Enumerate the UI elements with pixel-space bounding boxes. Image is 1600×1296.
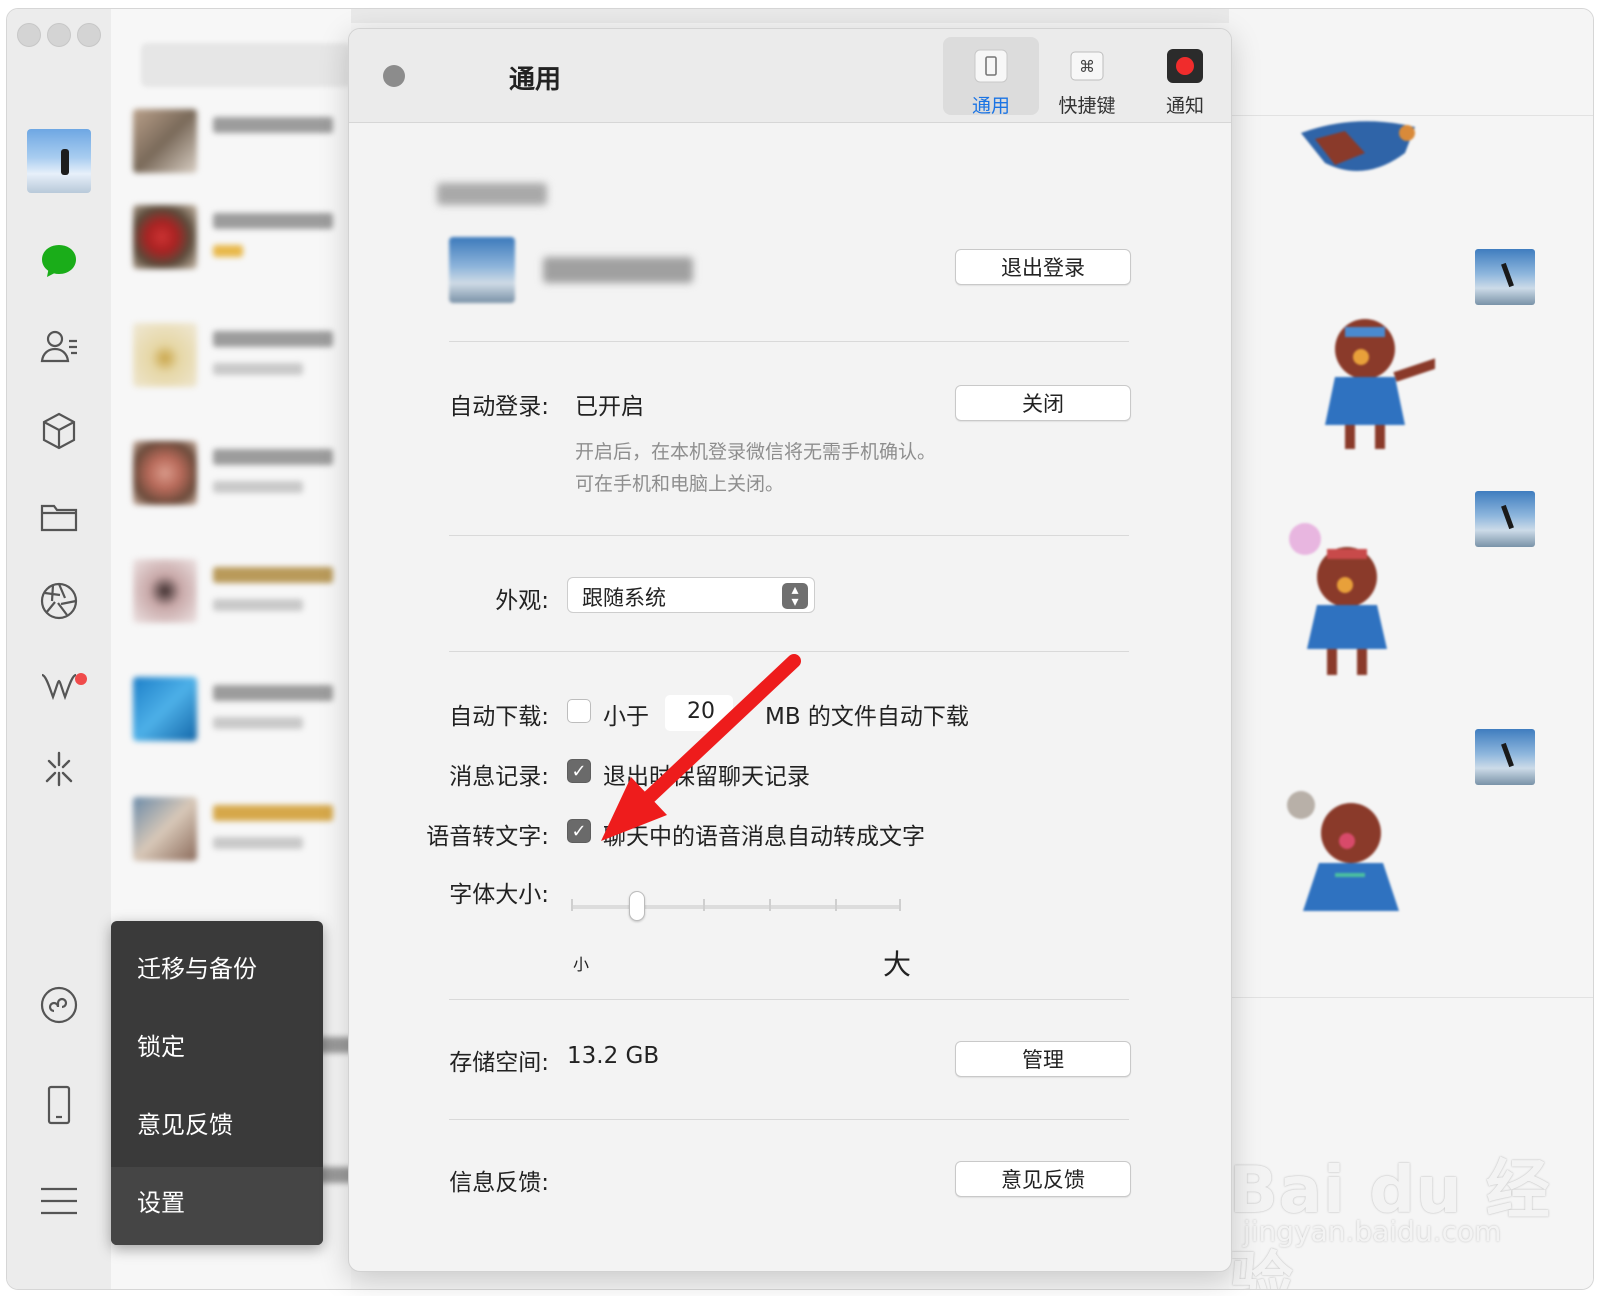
image-thumbnail[interactable] bbox=[1475, 491, 1535, 547]
message-history-text: 退出时保留聊天记录 bbox=[603, 764, 810, 790]
chevron-up-down-icon: ▴ ▾ bbox=[782, 583, 808, 609]
list-item[interactable] bbox=[133, 559, 363, 633]
appearance-selected-value: 跟随系统 bbox=[582, 586, 666, 610]
auto-login-label: 自动登录: bbox=[449, 394, 549, 420]
contacts-icon[interactable] bbox=[35, 323, 83, 371]
image-thumbnail[interactable] bbox=[1475, 249, 1535, 305]
menu-icon[interactable] bbox=[35, 1177, 83, 1225]
account-avatar bbox=[449, 237, 515, 303]
appearance-label: 外观: bbox=[495, 588, 549, 614]
tab-label: 快捷键 bbox=[1058, 95, 1116, 117]
auto-download-label: 自动下载: bbox=[449, 704, 549, 730]
font-size-min-label: 小 bbox=[573, 955, 590, 974]
phone-icon bbox=[974, 49, 1008, 83]
red-dot-icon bbox=[1167, 49, 1203, 83]
menu-item-feedback[interactable]: 意见反馈 bbox=[137, 1105, 233, 1140]
sticker-image bbox=[1301, 121, 1415, 171]
menu-item-settings[interactable]: 设置 bbox=[137, 1183, 185, 1218]
notification-dot bbox=[75, 673, 87, 685]
auto-download-checkbox[interactable] bbox=[567, 699, 591, 723]
voice-to-text-checkbox[interactable]: ✓ bbox=[567, 819, 591, 843]
search-sparkle-icon[interactable] bbox=[35, 745, 83, 793]
feedback-button[interactable]: 意见反馈 bbox=[955, 1161, 1131, 1197]
chat-area: Bai du 经验 jingyan.baidu.com bbox=[1229, 9, 1593, 1289]
message-history-label: 消息记录: bbox=[449, 764, 549, 790]
storage-value: 13.2 GB bbox=[567, 1043, 660, 1069]
sticker-image bbox=[1287, 791, 1399, 911]
svg-text:⌘: ⌘ bbox=[1079, 57, 1095, 76]
more-menu-popup: 迁移与备份 锁定 意见反馈 设置 bbox=[111, 921, 323, 1245]
account-section-label bbox=[437, 183, 547, 205]
settings-header: 通用 通用 ⌘ 快捷键 通知 bbox=[349, 29, 1231, 123]
auto-login-hint-1: 开启后，在本机登录微信将无需手机确认。 bbox=[575, 441, 937, 463]
mini-programs-icon[interactable] bbox=[35, 981, 83, 1029]
appearance-select[interactable]: 跟随系统 ▴ ▾ bbox=[567, 577, 815, 613]
voice-to-text-label: 语音转文字: bbox=[426, 824, 549, 850]
folder-icon[interactable] bbox=[35, 493, 83, 541]
window-zoom-control[interactable] bbox=[77, 23, 101, 47]
user-avatar[interactable] bbox=[27, 129, 91, 193]
settings-title: 通用 bbox=[509, 65, 562, 95]
voice-to-text-text: 聊天中的语音消息自动转成文字 bbox=[603, 824, 925, 850]
left-sidebar bbox=[7, 9, 111, 1289]
tab-label: 通用 bbox=[971, 95, 1010, 117]
window-close-control[interactable] bbox=[17, 23, 41, 47]
auto-download-suffix: MB 的文件自动下载 bbox=[765, 704, 969, 730]
feedback-label: 信息反馈: bbox=[449, 1170, 549, 1196]
sticker-image bbox=[1289, 523, 1387, 675]
download-size-value: 20 bbox=[687, 699, 715, 724]
phone-device-icon[interactable] bbox=[35, 1081, 83, 1129]
menu-item-migrate-backup[interactable]: 迁移与备份 bbox=[137, 949, 257, 984]
auto-login-status: 已开启 bbox=[575, 394, 644, 420]
dialog-close-button[interactable] bbox=[383, 65, 405, 87]
message-history-checkbox[interactable]: ✓ bbox=[567, 759, 591, 783]
tab-notifications[interactable]: 通知 bbox=[1137, 37, 1231, 117]
auto-login-hint-2: 可在手机和电脑上关闭。 bbox=[575, 473, 785, 495]
tab-shortcuts[interactable]: ⌘ 快捷键 bbox=[1039, 37, 1135, 117]
settings-dialog: 通用 通用 ⌘ 快捷键 通知 退出登录 自动登录: 已开启 关闭 开启后，在本机… bbox=[348, 28, 1232, 1272]
list-item[interactable] bbox=[133, 677, 363, 751]
moments-aperture-icon[interactable] bbox=[35, 577, 83, 625]
chat-icon[interactable] bbox=[35, 237, 83, 285]
list-item[interactable] bbox=[133, 109, 363, 183]
command-key-icon: ⌘ bbox=[1070, 51, 1104, 81]
watermark-url: jingyan.baidu.com bbox=[1243, 1215, 1502, 1248]
font-size-label: 字体大小: bbox=[449, 882, 549, 908]
tab-general[interactable]: 通用 bbox=[943, 37, 1039, 117]
storage-label: 存储空间: bbox=[449, 1050, 549, 1076]
tab-label: 通知 bbox=[1165, 95, 1204, 117]
disable-auto-login-button[interactable]: 关闭 bbox=[955, 385, 1131, 421]
download-size-stepper[interactable]: 20 bbox=[665, 695, 733, 731]
image-thumbnail[interactable] bbox=[1475, 729, 1535, 785]
menu-item-lock[interactable]: 锁定 bbox=[137, 1027, 185, 1062]
window-minimize-control[interactable] bbox=[47, 23, 71, 47]
list-item[interactable] bbox=[133, 797, 363, 871]
font-size-slider-handle[interactable] bbox=[629, 891, 645, 921]
sticker-image bbox=[1325, 319, 1435, 449]
logout-button[interactable]: 退出登录 bbox=[955, 249, 1131, 285]
auto-download-prefix: 小于 bbox=[603, 704, 649, 730]
baidu-jingyan-watermark: Bai du 经验 jingyan.baidu.com bbox=[1229, 1109, 1589, 1289]
manage-storage-button[interactable]: 管理 bbox=[955, 1041, 1131, 1077]
font-size-slider-track[interactable] bbox=[571, 905, 901, 909]
account-name bbox=[543, 257, 693, 283]
search-input[interactable] bbox=[141, 43, 351, 87]
favorites-cube-icon[interactable] bbox=[35, 407, 83, 455]
list-item[interactable] bbox=[133, 441, 363, 515]
channels-icon[interactable] bbox=[35, 661, 83, 709]
font-size-max-label: 大 bbox=[883, 948, 912, 981]
list-item[interactable] bbox=[133, 323, 363, 397]
list-item[interactable] bbox=[133, 205, 363, 279]
